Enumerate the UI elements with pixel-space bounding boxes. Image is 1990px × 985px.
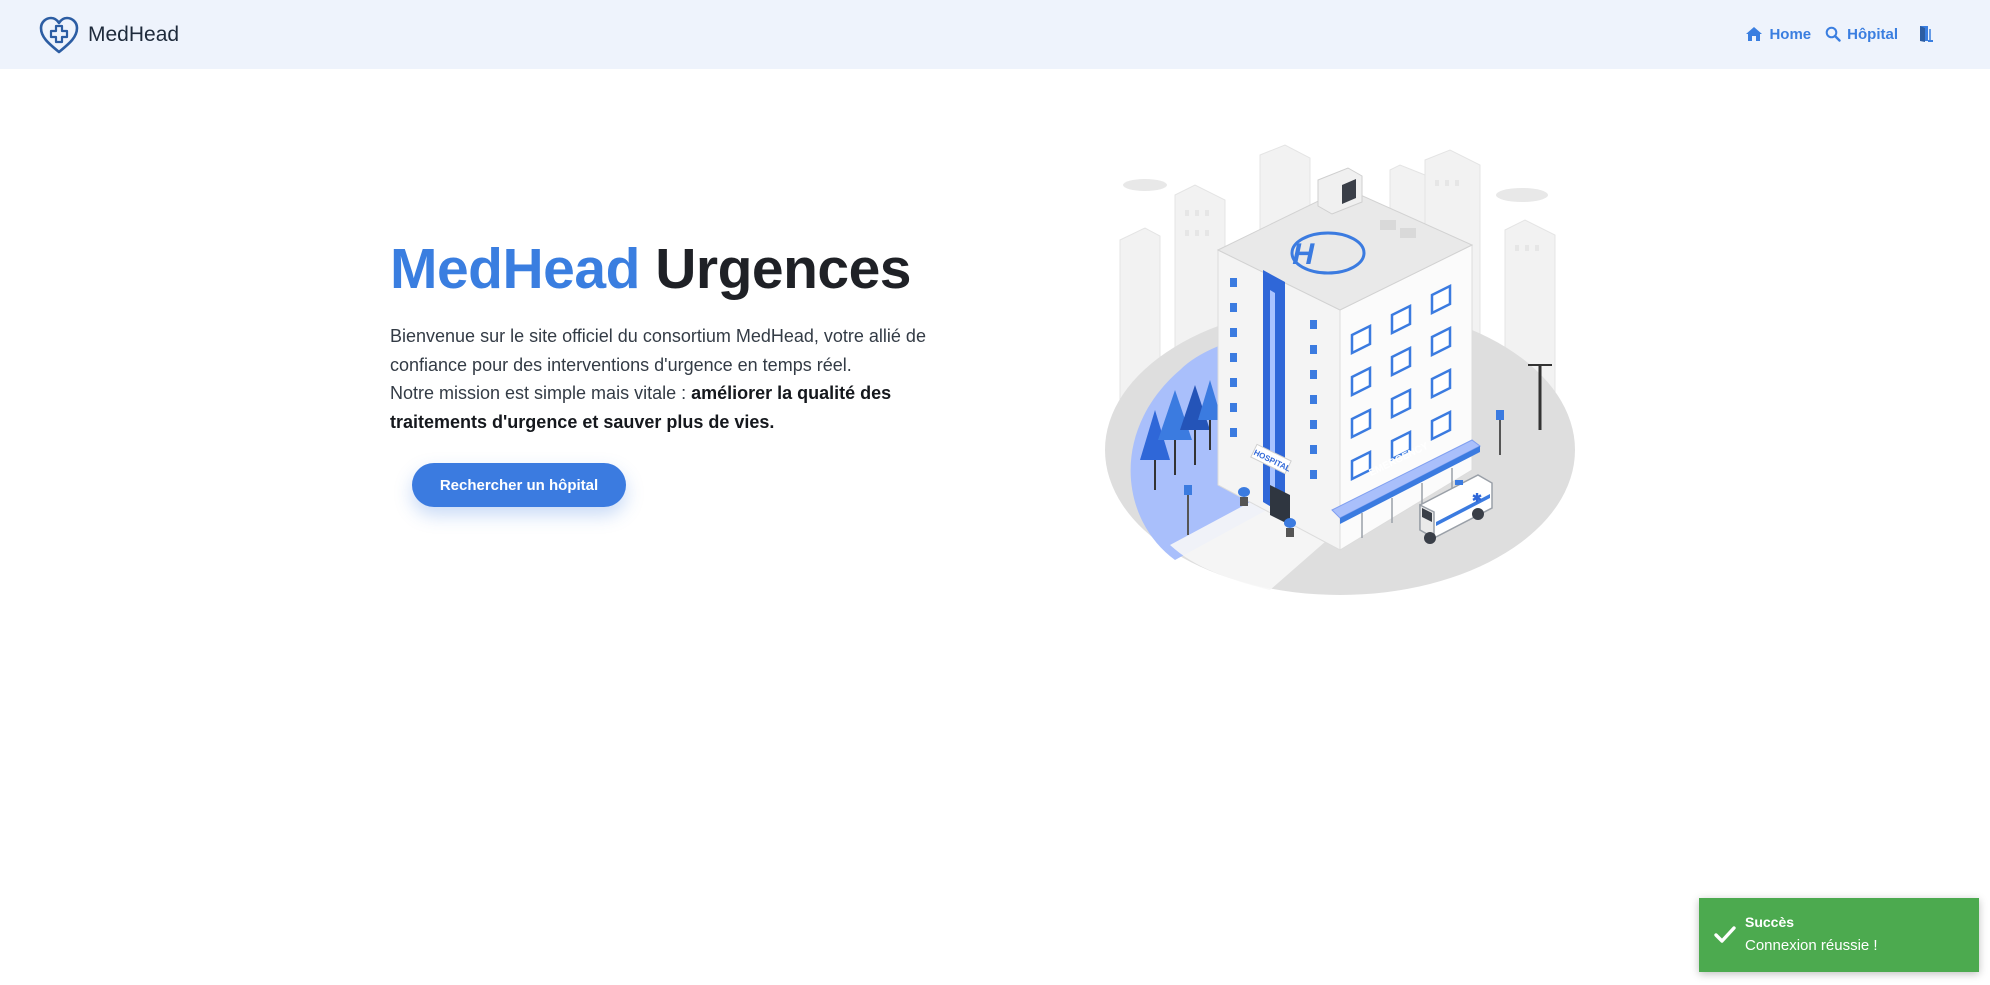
hero-title: MedHead Urgences: [390, 237, 912, 301]
hero-title-accent: MedHead: [390, 237, 640, 301]
brand-name: MedHead: [88, 23, 180, 46]
nav-link-home-label: Home: [1769, 25, 1812, 43]
navbar: MedHead Home Hôpital: [0, 0, 1990, 69]
home-icon: [1746, 27, 1763, 41]
door-exit-icon[interactable]: [1918, 25, 1934, 43]
brand-link[interactable]: MedHead: [38, 13, 179, 57]
hero-mission-text: Notre mission est simple mais vitale : a…: [390, 379, 970, 436]
nav-link-hopital[interactable]: Hôpital: [1825, 26, 1898, 43]
nav-menu: Home Hôpital: [1731, 22, 1934, 46]
search-hospital-button[interactable]: Rechercher un hôpital: [412, 463, 626, 507]
svg-text:✱: ✱: [1472, 491, 1482, 505]
success-toast[interactable]: Succès Connexion réussie !: [1699, 898, 1979, 972]
check-icon: [1714, 926, 1736, 943]
hero-description: Bienvenue sur le site officiel du consor…: [390, 322, 970, 436]
toast-message: Connexion réussie !: [1745, 937, 1878, 954]
toast-title: Succès: [1745, 914, 1795, 930]
hospital-illustration: H EMERGENCY HOSPITAL ✱: [1105, 144, 1575, 595]
hero-title-rest: Urgences: [639, 237, 912, 301]
heart-cross-icon: [39, 16, 79, 54]
nav-link-home[interactable]: Home: [1745, 26, 1811, 43]
nav-link-hopital-label: Hôpital: [1847, 25, 1898, 43]
search-icon: [1825, 26, 1841, 42]
hero-mission-prefix: Notre mission est simple mais vitale :: [390, 383, 692, 403]
hero-intro-text: Bienvenue sur le site officiel du consor…: [390, 326, 926, 375]
